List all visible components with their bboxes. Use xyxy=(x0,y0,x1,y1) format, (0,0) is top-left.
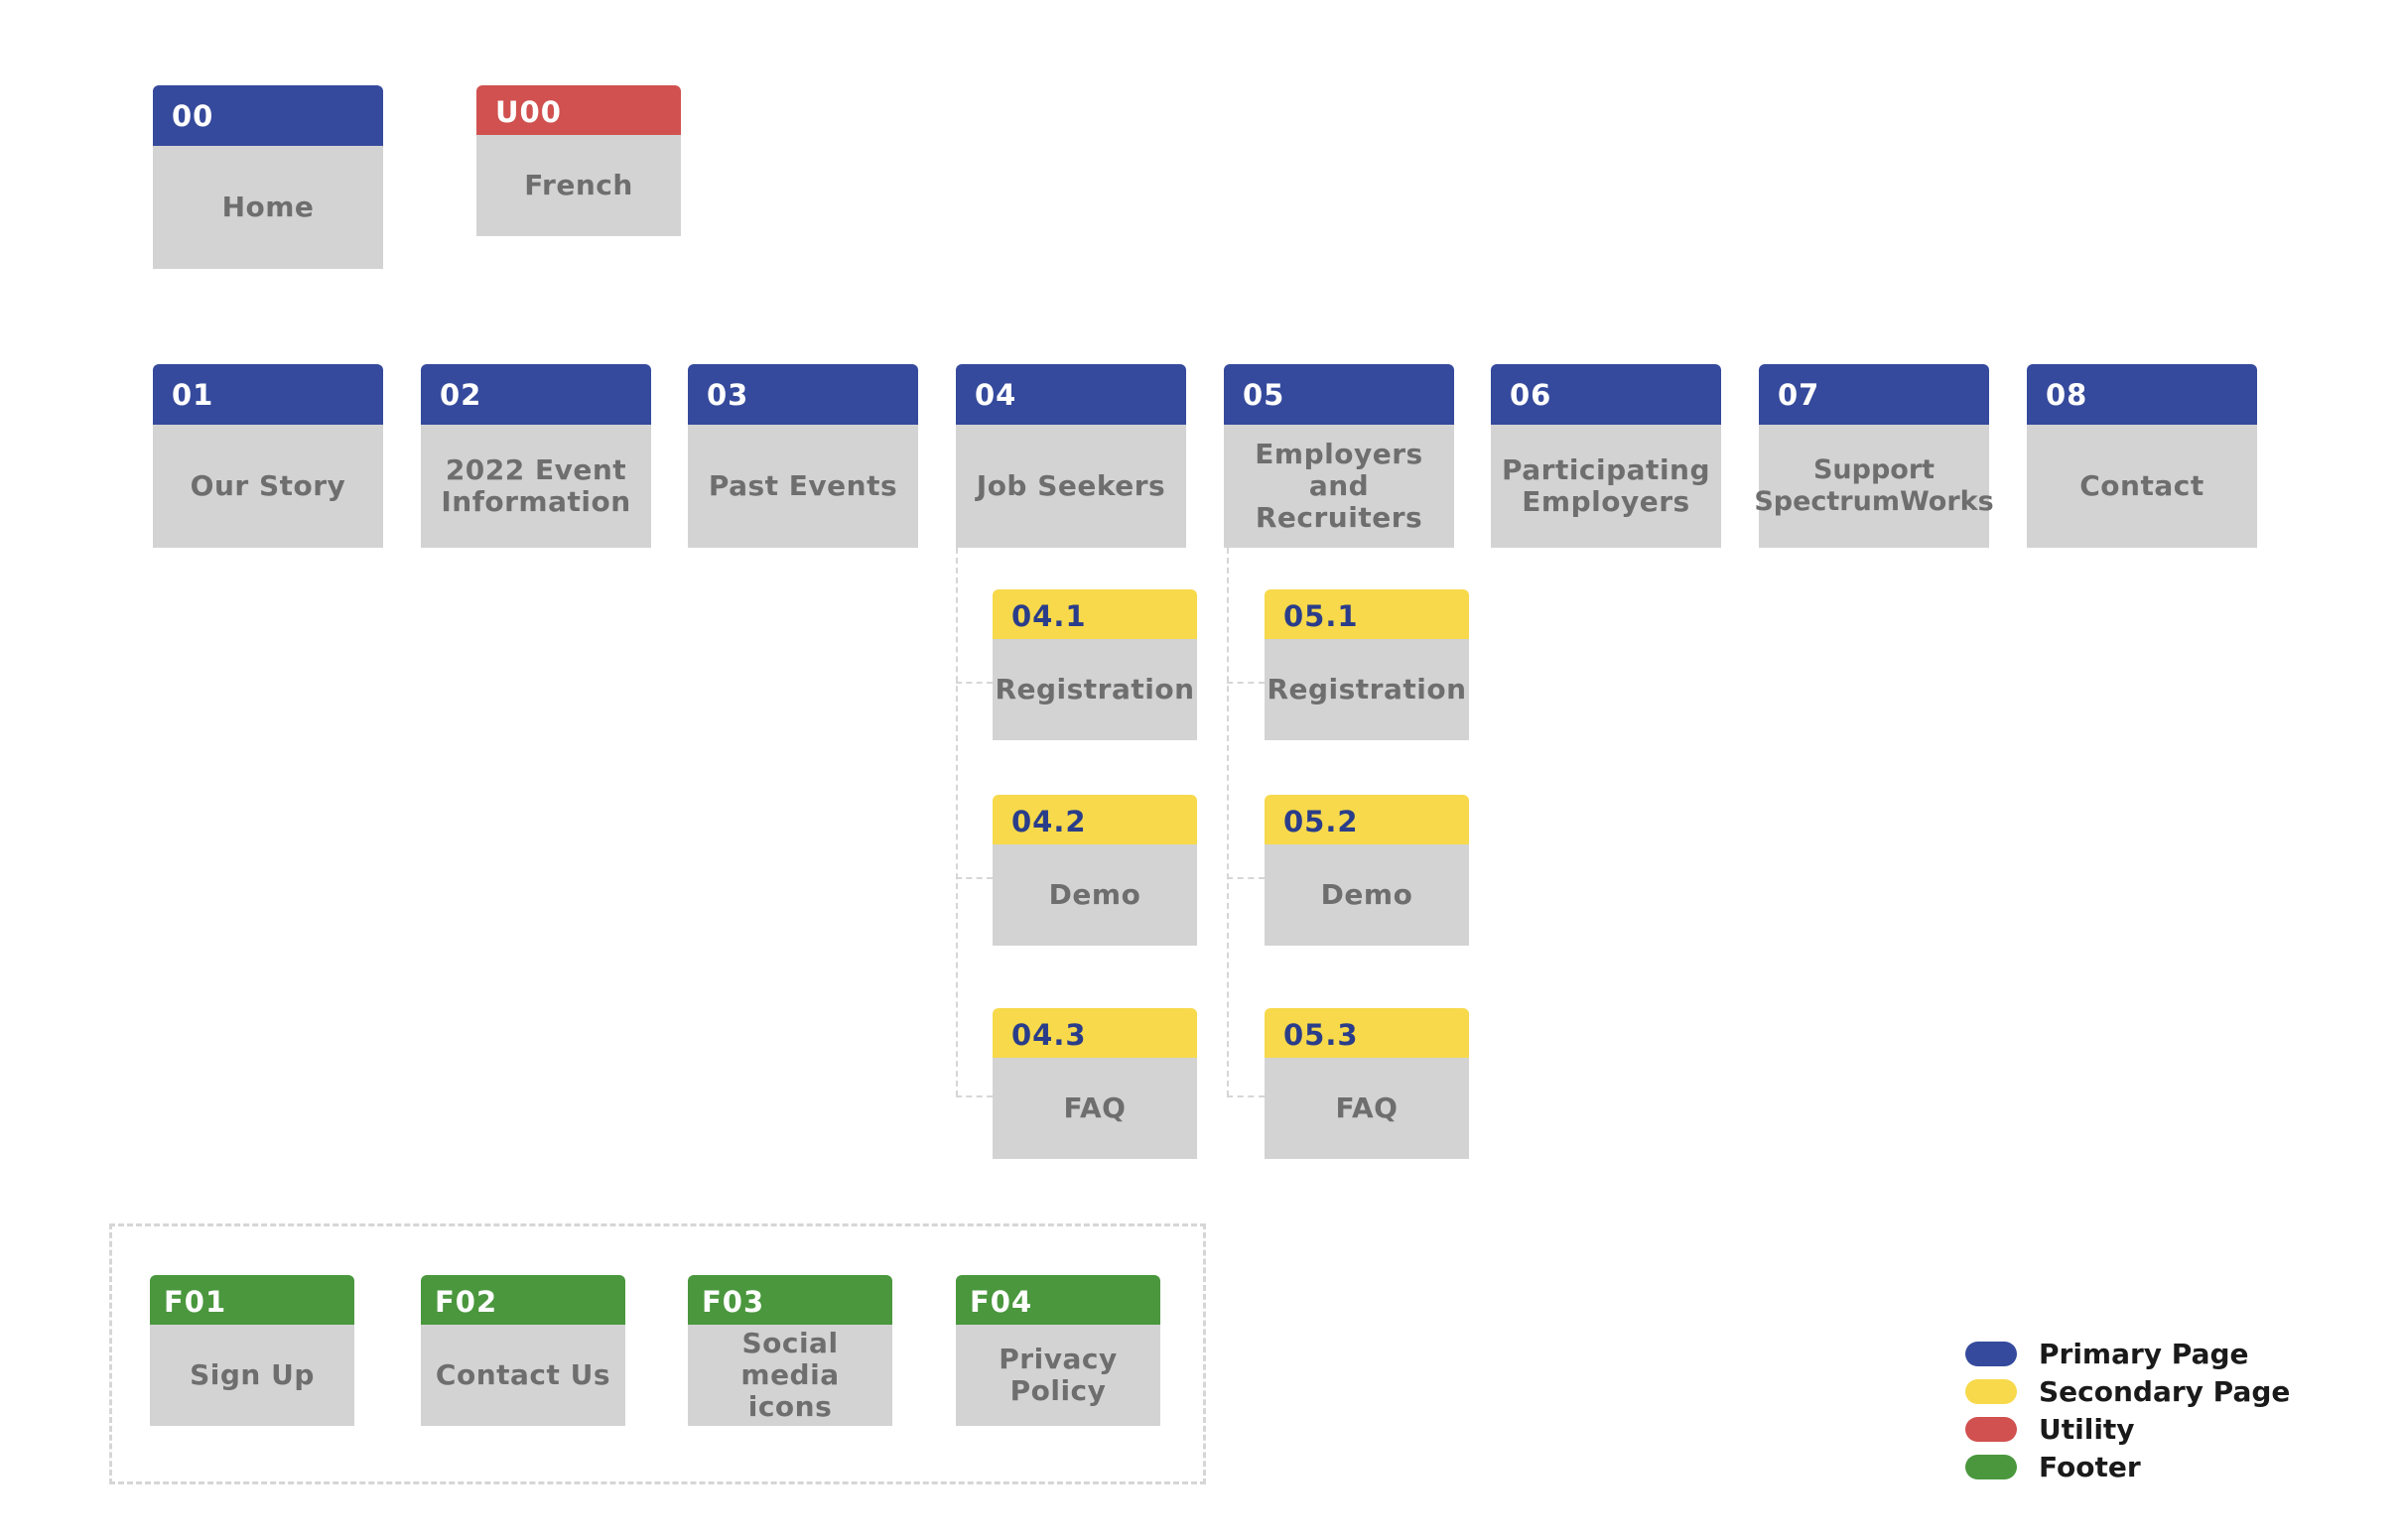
node-label: FAQ xyxy=(993,1058,1197,1159)
legend-item-utility: Utility xyxy=(1965,1413,2135,1446)
node-06[interactable]: 06 Participating Employers xyxy=(1491,364,1721,548)
node-code: 04.2 xyxy=(993,795,1197,844)
node-04-3[interactable]: 04.3 FAQ xyxy=(993,1008,1197,1159)
node-code: 04.3 xyxy=(993,1008,1197,1058)
legend-label: Footer xyxy=(2039,1451,2141,1483)
node-f01[interactable]: F01 Sign Up xyxy=(150,1275,354,1426)
node-label: Our Story xyxy=(153,425,383,548)
node-label: FAQ xyxy=(1265,1058,1469,1159)
node-04-2[interactable]: 04.2 Demo xyxy=(993,795,1197,946)
node-code: F02 xyxy=(421,1275,625,1325)
node-label: Participating Employers xyxy=(1491,425,1721,548)
node-code: F03 xyxy=(688,1275,892,1325)
legend-label: Utility xyxy=(2039,1413,2135,1446)
node-home[interactable]: 00 Home xyxy=(153,85,383,269)
node-label: Privacy Policy xyxy=(956,1325,1160,1426)
node-05-1[interactable]: 05.1 Registration xyxy=(1265,589,1469,740)
node-code: 05.2 xyxy=(1265,795,1469,844)
node-label: Sign Up xyxy=(150,1325,354,1426)
node-label: Registration xyxy=(1265,639,1469,740)
node-code: U00 xyxy=(476,85,681,135)
node-04[interactable]: 04 Job Seekers xyxy=(956,364,1186,548)
node-label: Registration xyxy=(993,639,1197,740)
legend-swatch-footer xyxy=(1965,1455,2017,1479)
legend-label: Primary Page xyxy=(2039,1338,2249,1370)
node-code: 08 xyxy=(2027,364,2257,425)
node-f04[interactable]: F04 Privacy Policy xyxy=(956,1275,1160,1426)
connector-04-trunk xyxy=(956,548,958,1096)
connector-05-2 xyxy=(1227,877,1265,879)
legend-item-footer: Footer xyxy=(1965,1451,2141,1483)
node-code: F01 xyxy=(150,1275,354,1325)
node-08[interactable]: 08 Contact xyxy=(2027,364,2257,548)
node-label: Social media icons xyxy=(688,1325,892,1426)
node-03[interactable]: 03 Past Events xyxy=(688,364,918,548)
node-code: 06 xyxy=(1491,364,1721,425)
node-05-2[interactable]: 05.2 Demo xyxy=(1265,795,1469,946)
legend-item-secondary: Secondary Page xyxy=(1965,1375,2290,1408)
legend-label: Secondary Page xyxy=(2039,1375,2291,1408)
connector-04-1 xyxy=(956,682,993,684)
legend-item-primary: Primary Page xyxy=(1965,1338,2249,1370)
node-code: 05.1 xyxy=(1265,589,1469,639)
node-code: 03 xyxy=(688,364,918,425)
connector-05-3 xyxy=(1227,1095,1265,1097)
legend-swatch-primary xyxy=(1965,1342,2017,1366)
node-code: 01 xyxy=(153,364,383,425)
node-label: Contact xyxy=(2027,425,2257,548)
node-label: Demo xyxy=(993,844,1197,946)
node-f02[interactable]: F02 Contact Us xyxy=(421,1275,625,1426)
node-label: Support SpectrumWorks xyxy=(1754,425,1994,548)
connector-04-3 xyxy=(956,1095,993,1097)
node-07[interactable]: 07 Support SpectrumWorks xyxy=(1754,364,1994,548)
node-code: 00 xyxy=(153,85,383,146)
connector-04-2 xyxy=(956,877,993,879)
connector-05-1 xyxy=(1227,682,1265,684)
node-label: Contact Us xyxy=(421,1325,625,1426)
connector-05-trunk xyxy=(1227,548,1229,1096)
node-f03[interactable]: F03 Social media icons xyxy=(688,1275,892,1426)
legend-swatch-utility xyxy=(1965,1417,2017,1442)
node-label: 2022 Event Information xyxy=(421,425,651,548)
node-code: 07 xyxy=(1759,364,1989,425)
node-code: 02 xyxy=(421,364,651,425)
node-label: Home xyxy=(153,146,383,269)
node-05[interactable]: 05 Employers and Recruiters xyxy=(1224,364,1454,548)
legend-swatch-secondary xyxy=(1965,1379,2017,1404)
node-label: Employers and Recruiters xyxy=(1224,425,1454,548)
node-02[interactable]: 02 2022 Event Information xyxy=(421,364,651,548)
node-label: French xyxy=(476,135,681,236)
node-04-1[interactable]: 04.1 Registration xyxy=(993,589,1197,740)
node-french[interactable]: U00 French xyxy=(476,85,681,236)
node-code: 05.3 xyxy=(1265,1008,1469,1058)
node-code: 04.1 xyxy=(993,589,1197,639)
node-05-3[interactable]: 05.3 FAQ xyxy=(1265,1008,1469,1159)
node-01[interactable]: 01 Our Story xyxy=(153,364,383,548)
node-code: F04 xyxy=(956,1275,1160,1325)
node-label: Past Events xyxy=(688,425,918,548)
node-code: 05 xyxy=(1224,364,1454,425)
node-code: 04 xyxy=(956,364,1186,425)
node-label: Demo xyxy=(1265,844,1469,946)
node-label: Job Seekers xyxy=(956,425,1186,548)
